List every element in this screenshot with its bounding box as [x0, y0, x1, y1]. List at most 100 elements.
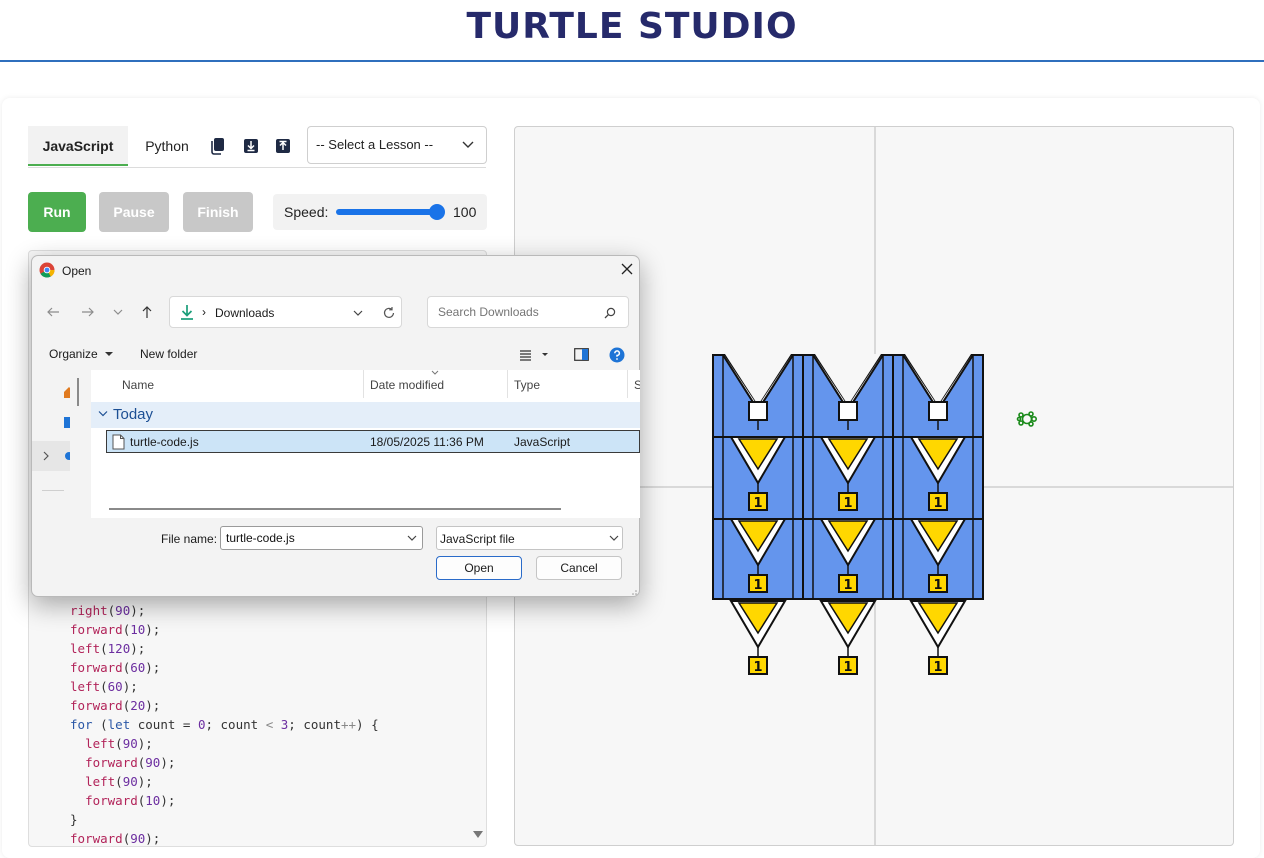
lesson-select[interactable]: -- Select a Lesson --	[307, 126, 487, 164]
app-title: TURTLE STUDIO	[466, 6, 798, 47]
column-header-date[interactable]: Date modified	[370, 378, 444, 392]
file-date: 18/05/2025 11:36 PM	[370, 435, 484, 449]
code-line[interactable]: forward(90);	[70, 829, 379, 846]
gallery-icon[interactable]	[63, 415, 71, 429]
dialog-title: Open	[62, 264, 92, 278]
code-line[interactable]: }	[70, 810, 379, 829]
speed-slider[interactable]	[336, 204, 445, 220]
code-line[interactable]: for (let count = 0; count < 3; count++) …	[70, 715, 379, 734]
column-divider	[507, 370, 508, 398]
file-row[interactable]: turtle-code.js 18/05/2025 11:36 PM JavaS…	[106, 430, 640, 453]
organize-button[interactable]: Organize	[49, 347, 114, 361]
chevron-down-icon	[609, 535, 619, 541]
code-line[interactable]: forward(60);	[70, 658, 379, 677]
upload-icon[interactable]	[275, 137, 291, 155]
address-bar[interactable]: › Downloads	[169, 296, 402, 328]
speed-slider-track	[336, 209, 440, 215]
resize-grip-icon[interactable]	[628, 586, 638, 596]
file-name: turtle-code.js	[130, 435, 199, 449]
badge-number: 1	[753, 578, 762, 593]
sort-indicator-icon	[431, 370, 439, 375]
speed-value: 100	[453, 204, 477, 220]
scroll-down-arrow[interactable]	[473, 831, 483, 838]
tab-javascript[interactable]: JavaScript	[28, 126, 128, 166]
code-line[interactable]: left(90);	[70, 734, 379, 753]
column-header-type[interactable]: Type	[514, 378, 540, 392]
nav-scrollbar[interactable]	[77, 378, 79, 406]
chevron-right-icon[interactable]	[42, 451, 50, 461]
breadcrumb-location[interactable]: Downloads	[215, 306, 274, 320]
speed-label: Speed:	[284, 204, 329, 220]
chevron-down-icon[interactable]	[407, 535, 417, 542]
preview-pane-icon[interactable]	[574, 348, 589, 361]
group-header-today[interactable]: Today	[91, 402, 640, 428]
back-arrow-icon[interactable]	[45, 304, 61, 320]
up-arrow-icon[interactable]	[139, 304, 155, 320]
code-line[interactable]: right(90);	[70, 601, 379, 620]
view-options-icon[interactable]	[519, 348, 549, 362]
copy-icon[interactable]	[210, 137, 226, 155]
finish-button[interactable]: Finish	[183, 192, 253, 232]
tab-python[interactable]: Python	[132, 126, 202, 166]
breadcrumb-separator-icon: ›	[202, 305, 206, 319]
caret-down-icon	[105, 352, 114, 356]
file-type-select[interactable]: JavaScript file	[436, 526, 623, 550]
recent-locations-icon[interactable]	[110, 304, 126, 320]
chevron-down-icon	[462, 127, 474, 177]
code-line[interactable]: left(90);	[70, 772, 379, 791]
home-icon[interactable]	[63, 385, 71, 399]
column-divider	[363, 370, 364, 398]
lesson-select-value: -- Select a Lesson --	[316, 137, 434, 152]
nav-item-selected[interactable]	[32, 441, 70, 471]
close-icon[interactable]	[618, 260, 636, 278]
file-name-input[interactable]	[224, 530, 399, 546]
turtle-part	[1028, 421, 1034, 427]
file-icon	[112, 434, 125, 450]
white-square	[928, 401, 948, 421]
code-line[interactable]: forward(10);	[70, 620, 379, 639]
turtle-icon	[1016, 411, 1038, 427]
cloud-icon	[65, 452, 70, 460]
code-line[interactable]: forward(20);	[70, 696, 379, 715]
badge-number: 1	[843, 660, 852, 675]
dialog-toolbar: Organize New folder	[32, 340, 639, 370]
new-folder-button[interactable]: New folder	[140, 347, 197, 361]
dialog-titlebar: Open	[32, 256, 639, 284]
turtle-part	[1028, 411, 1034, 417]
help-icon[interactable]	[609, 347, 625, 363]
column-header-name[interactable]: Name	[122, 378, 154, 392]
turtle-part	[1018, 420, 1024, 426]
navigation-pane[interactable]	[32, 370, 90, 518]
cancel-button[interactable]: Cancel	[536, 556, 622, 580]
badge-number: 1	[933, 578, 942, 593]
forward-arrow-icon[interactable]	[80, 304, 96, 320]
speed-slider-thumb[interactable]	[429, 204, 445, 220]
refresh-icon[interactable]	[382, 306, 396, 320]
file-name-label: File name:	[161, 532, 218, 546]
open-file-dialog: Open › Downloads Organize New folder	[31, 255, 640, 597]
turtle-part	[1018, 412, 1024, 418]
file-list[interactable]: Name Date modified Type S Today turtle-c…	[91, 370, 640, 518]
open-button[interactable]: Open	[436, 556, 522, 580]
horizontal-scrollbar[interactable]	[109, 508, 561, 510]
chrome-icon	[39, 262, 55, 278]
code-content[interactable]: right(90); forward(10); left(120); forward(…	[70, 601, 379, 846]
white-square	[838, 401, 858, 421]
white-square	[748, 401, 768, 421]
pause-button[interactable]: Pause	[99, 192, 169, 232]
speed-control: Speed: 100	[273, 194, 487, 230]
chevron-down-icon[interactable]	[98, 410, 108, 418]
run-button[interactable]: Run	[28, 192, 86, 232]
search-box[interactable]	[427, 296, 629, 328]
code-line[interactable]: left(60);	[70, 677, 379, 696]
chevron-down-icon[interactable]	[352, 308, 364, 318]
download-icon[interactable]	[243, 137, 259, 155]
group-label: Today	[113, 406, 154, 423]
column-header-size[interactable]: S	[634, 378, 640, 392]
file-name-field[interactable]	[220, 526, 423, 550]
code-line[interactable]: forward(90);	[70, 753, 379, 772]
search-input[interactable]	[436, 303, 596, 321]
code-line[interactable]: left(120);	[70, 639, 379, 658]
badge-number: 1	[933, 496, 942, 511]
code-line[interactable]: forward(10);	[70, 791, 379, 810]
